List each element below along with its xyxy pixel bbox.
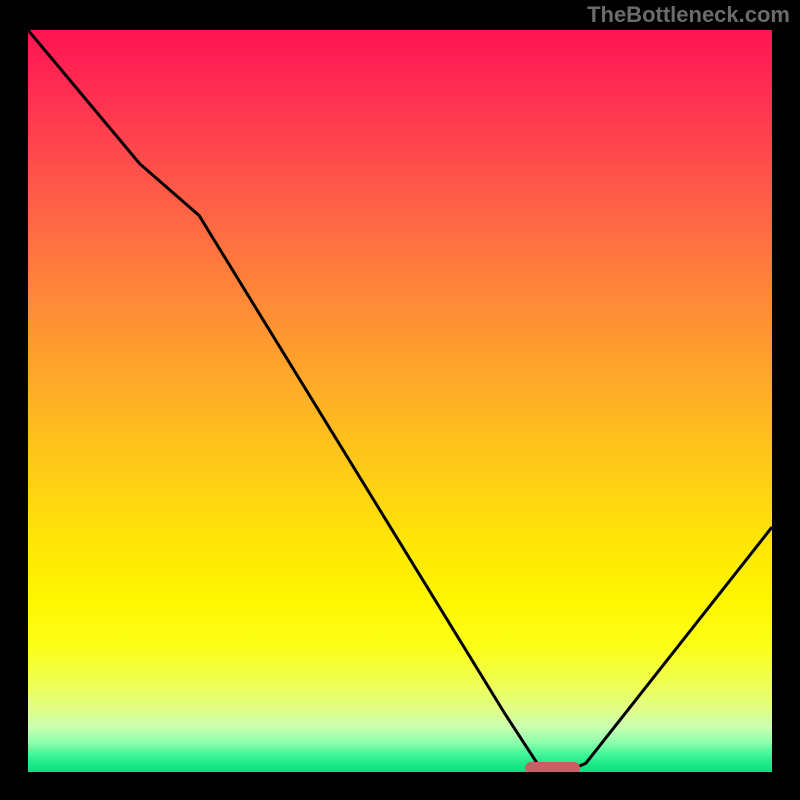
plot-area <box>25 27 775 775</box>
watermark-label: TheBottleneck.com <box>587 2 790 28</box>
line-curve-path <box>28 30 772 770</box>
highlight-pill-marker <box>525 762 581 774</box>
figure-container: TheBottleneck.com <box>0 0 800 800</box>
line-curve <box>28 30 772 772</box>
